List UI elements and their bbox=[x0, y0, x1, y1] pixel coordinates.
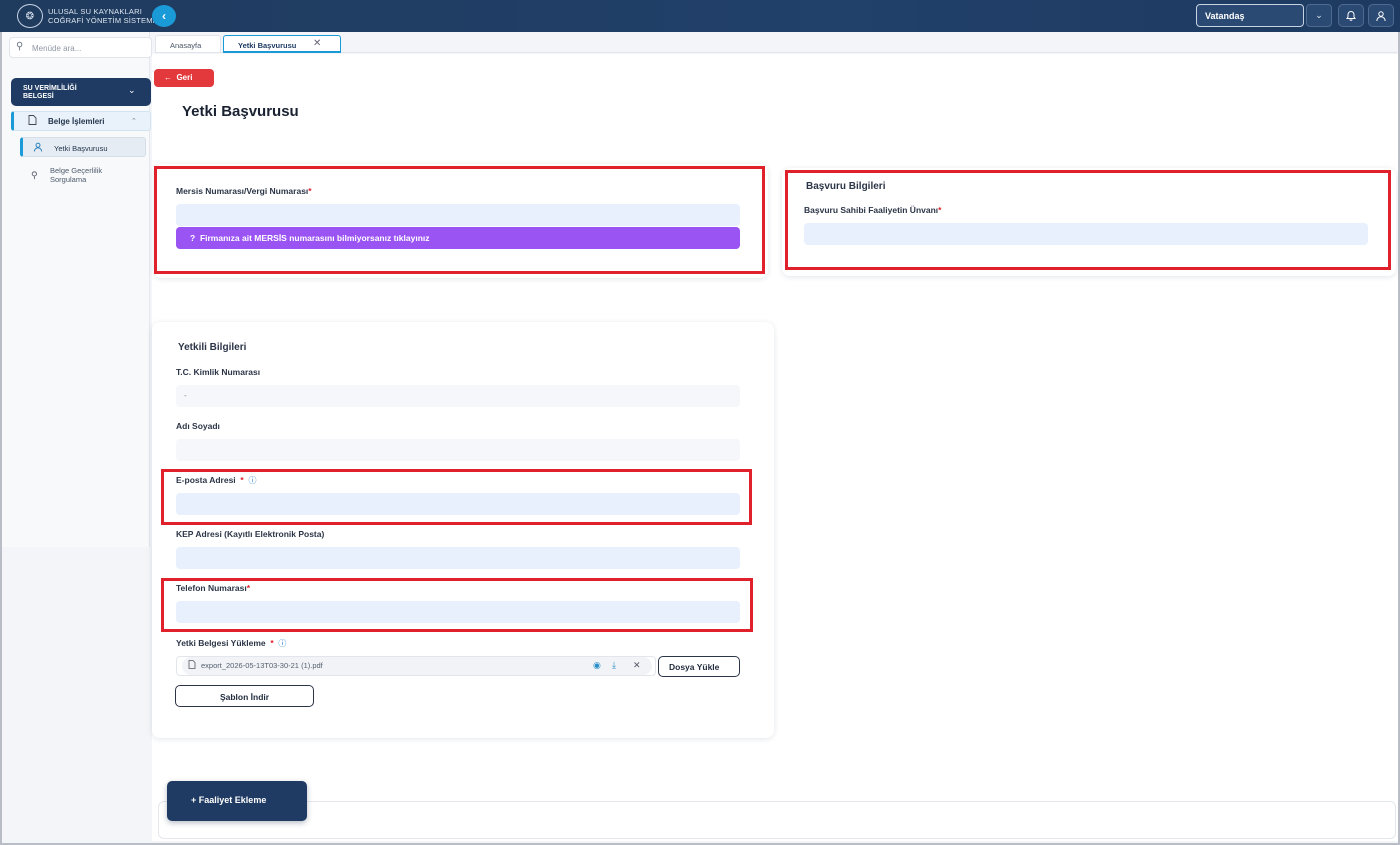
tc-input: - bbox=[176, 385, 740, 407]
mersis-label: Mersis Numarası/Vergi Numarası* bbox=[176, 186, 312, 196]
info-icon[interactable]: ⓘ bbox=[248, 476, 256, 485]
phone-input[interactable] bbox=[176, 601, 740, 623]
close-icon[interactable]: ✕ bbox=[313, 38, 321, 49]
chevron-down-icon: ⌄ bbox=[128, 85, 136, 95]
tab-yetki-basvurusu[interactable]: Yetki Başvurusu bbox=[223, 35, 341, 53]
tab-anasayfa[interactable]: Anasayfa bbox=[155, 35, 221, 53]
chevron-up-icon: ⌃ bbox=[131, 118, 137, 125]
bell-icon[interactable] bbox=[1338, 4, 1364, 27]
role-select[interactable]: Vatandaş bbox=[1196, 4, 1304, 27]
download-template-button[interactable]: Şablon İndir bbox=[175, 685, 314, 707]
brand-line-1: ULUSAL SU KAYNAKLARI bbox=[48, 7, 143, 16]
upload-label-text: Yetki Belgesi Yükleme bbox=[176, 638, 266, 648]
basvuru-title: Başvuru Bilgileri bbox=[806, 181, 886, 192]
menu-group-label-2: BELGESİ bbox=[23, 93, 54, 100]
sidebar bbox=[2, 32, 150, 547]
add-activity-label: Faaliyet Ekleme bbox=[198, 795, 267, 805]
eye-icon[interactable]: ◉ bbox=[593, 660, 601, 671]
phone-label: Telefon Numarası* bbox=[176, 583, 250, 593]
tab-bar bbox=[155, 35, 1397, 53]
person-icon bbox=[33, 142, 43, 154]
required-mark: * bbox=[270, 638, 274, 648]
name-input bbox=[176, 439, 740, 461]
sidebar-item-belge-gecerlilik[interactable]: Belge Geçerlilik Sorgulama bbox=[50, 166, 130, 184]
uploaded-file-name: export_2026-05-13T03-30-21 (1).pdf bbox=[182, 657, 652, 675]
upload-file-button[interactable]: Dosya Yükle bbox=[658, 656, 740, 677]
menu-search-input[interactable]: Menüde ara... bbox=[9, 37, 152, 58]
tc-label: T.C. Kimlik Numarası bbox=[176, 367, 261, 377]
email-input[interactable] bbox=[176, 493, 740, 515]
chevron-down-icon[interactable]: ⌄ bbox=[1306, 4, 1332, 27]
mersis-label-text: Mersis Numarası/Vergi Numarası bbox=[176, 186, 309, 196]
mersis-help-text: Firmanıza ait MERSİS numarasını bilmiyor… bbox=[199, 233, 430, 243]
required-mark: * bbox=[240, 475, 244, 485]
arrow-left-icon: ← bbox=[164, 73, 172, 82]
chevron-left-icon[interactable]: ‹ bbox=[152, 5, 176, 27]
faaliyet-unvani-input[interactable] bbox=[804, 223, 1368, 245]
question-icon: ? bbox=[190, 233, 196, 243]
basvuru-label-text: Başvuru Sahibi Faaliyetin Ünvanı bbox=[804, 205, 939, 215]
yetkili-title: Yetkili Bilgileri bbox=[178, 342, 247, 353]
download-icon[interactable]: ⤓ bbox=[612, 660, 616, 671]
back-button-label: Geri bbox=[176, 73, 193, 82]
email-label-text: E-posta Adresi bbox=[176, 475, 236, 485]
email-label: E-posta Adresi * ⓘ bbox=[176, 475, 256, 486]
required-mark: * bbox=[308, 186, 312, 196]
page-title: Yetki Başvurusu bbox=[182, 103, 299, 120]
kep-label: KEP Adresi (Kayıtlı Elektronik Posta) bbox=[176, 529, 325, 539]
menu-group-label-1: SU VERİMLİLİĞİ bbox=[23, 85, 77, 92]
required-mark: * bbox=[938, 205, 942, 215]
file-icon bbox=[188, 660, 196, 671]
top-header bbox=[0, 0, 1400, 32]
name-label: Adı Soyadı bbox=[176, 421, 220, 431]
close-icon[interactable]: ✕ bbox=[633, 660, 641, 671]
mersis-help-button[interactable]: ? Firmanıza ait MERSİS numarasını bilmiy… bbox=[176, 227, 740, 249]
brand-title: ULUSAL SU KAYNAKLARI COĞRAFİ YÖNETİM SİS… bbox=[48, 7, 155, 25]
mersis-input[interactable] bbox=[176, 204, 740, 226]
upload-label: Yetki Belgesi Yükleme * ⓘ bbox=[176, 638, 286, 649]
add-activity-button[interactable]: + Faaliyet Ekleme bbox=[167, 781, 307, 821]
search-icon: ⚲ bbox=[16, 41, 24, 52]
plus-icon: + bbox=[191, 795, 197, 805]
logo-icon: ❂ bbox=[17, 4, 43, 28]
brand-line-2: COĞRAFİ YÖNETİM SİSTEMİ bbox=[48, 16, 155, 25]
bottom-bar bbox=[158, 801, 1396, 839]
document-icon bbox=[28, 115, 37, 127]
search-icon: ⚲ bbox=[31, 170, 38, 180]
kep-input[interactable] bbox=[176, 547, 740, 569]
info-icon[interactable]: ⓘ bbox=[278, 639, 286, 648]
phone-label-text: Telefon Numarası bbox=[176, 583, 247, 593]
required-mark: * bbox=[246, 583, 251, 593]
back-button[interactable]: ← Geri bbox=[154, 69, 214, 87]
basvuru-label: Başvuru Sahibi Faaliyetin Ünvanı* bbox=[804, 205, 941, 215]
user-icon[interactable] bbox=[1368, 4, 1394, 27]
